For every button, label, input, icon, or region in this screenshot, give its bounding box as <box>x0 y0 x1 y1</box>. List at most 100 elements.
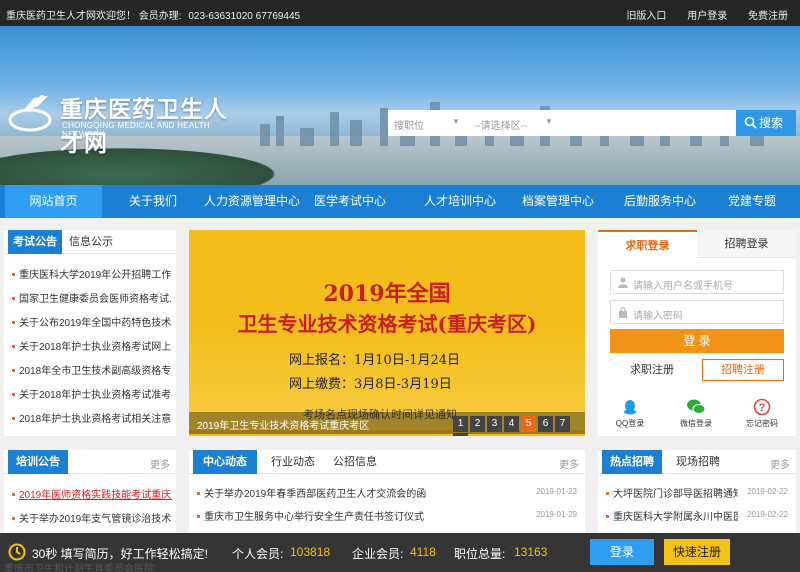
job-date: 2019-02-22 <box>747 510 788 519</box>
wechat-icon <box>687 399 706 414</box>
tab-recruitment-info[interactable]: 公招信息 <box>323 450 387 474</box>
password-field[interactable]: 请输入密码 <box>610 300 784 324</box>
old-version-link[interactable]: 旧版入口 <box>626 11 666 22</box>
qq-icon <box>624 400 636 415</box>
tab-center-news[interactable]: 中心动态 <box>193 450 257 474</box>
list-item[interactable]: 重庆医科大学2019年公开招聘工作... <box>12 266 172 280</box>
slider-page-4[interactable]: 4 <box>504 416 519 432</box>
nav-exam-center[interactable]: 医学考试中心 <box>310 185 390 218</box>
forgot-password-label: 忘记密码 <box>746 419 778 428</box>
area-caret-icon[interactable]: ▼ <box>545 117 553 126</box>
list-item[interactable]: 2018年护士执业资格考试相关注意事项 <box>12 410 172 424</box>
company-member-label: 企业会员: <box>352 547 404 561</box>
list-item[interactable]: 关于举办2019年支气管镜诊治技术... <box>12 510 172 524</box>
slider-payment-dates: 网上缴费：3月8日-3月19日 <box>289 377 452 392</box>
tab-hot-jobs[interactable]: 热点招聘 <box>602 450 662 474</box>
slider-pager: 1234567 8 <box>451 415 585 436</box>
nav-hr-center[interactable]: 人力资源管理中心 <box>200 185 304 218</box>
hotline-phone: 023-63631020 67769445 <box>188 11 301 22</box>
center-news-panel: 中心动态 行业动态 公招信息 更多 关于举办2019年春季西部医药卫生人才交流会… <box>189 450 585 533</box>
list-item[interactable]: 2018年全市卫生技术副高级资格专业... <box>12 362 172 376</box>
list-item[interactable]: 重庆市卫生服务中心举行安全生产责任书签订仪式 <box>197 508 517 522</box>
list-item[interactable]: 关于2018年护士执业资格考试准考... <box>12 386 172 400</box>
tab-exam-notice[interactable]: 考试公告 <box>8 230 62 254</box>
training-tabs: 培训公告 更多 <box>4 450 176 474</box>
slider-title-line1: 2019年全国 <box>323 281 451 307</box>
top-links: 旧版入口 用户登录 免费注册 <box>608 7 788 22</box>
username-placeholder: 请输入用户名或手机号 <box>633 281 733 292</box>
center-news-more-link[interactable]: 更多 <box>559 456 579 471</box>
tab-training-notice[interactable]: 培训公告 <box>8 450 68 474</box>
tab-industry-news[interactable]: 行业动态 <box>261 450 325 474</box>
area-select[interactable]: --请选择区-- <box>474 117 527 132</box>
qq-login[interactable]: QQ登录 <box>600 398 660 429</box>
header-banner: 重庆医药卫生人才网 CHONGQING MEDICAL AND HEALTH N… <box>0 26 800 186</box>
hot-jobs-more-link[interactable]: 更多 <box>770 456 790 471</box>
personal-member-label: 个人会员: <box>232 547 284 561</box>
logo-mark-icon <box>8 95 52 132</box>
list-item[interactable]: 2019年医师资格实践技能考试重庆... <box>12 486 172 500</box>
wechat-login[interactable]: 微信登录 <box>666 398 726 429</box>
search-button-label: 搜索 <box>759 116 784 130</box>
tab-recruiter-login[interactable]: 招聘登录 <box>697 230 796 258</box>
list-item[interactable]: 关于2018年护士执业资格考试网上... <box>12 338 172 352</box>
exam-tabs: 考试公告 信息公示 <box>4 230 176 254</box>
news-date: 2019-01-29 <box>536 510 577 519</box>
banner-slider[interactable]: 2019年全国 卫生专业技术资格考试(重庆考区) 网上报名：1月10日-1月24… <box>189 230 585 436</box>
forgot-password[interactable]: ? 忘记密码 <box>732 398 792 429</box>
list-item[interactable]: 国家卫生健康委员会医师资格考试... <box>12 290 172 304</box>
slider-page-1[interactable]: 1 <box>453 416 468 432</box>
user-login-link[interactable]: 用户登录 <box>687 11 727 22</box>
login-box: 求职登录 招聘登录 请输入用户名或手机号 请输入密码 登 录 求职注册 招聘注册… <box>598 230 796 436</box>
news-date: 2019-01-23 <box>536 487 577 496</box>
svg-text:?: ? <box>759 402 766 414</box>
list-item[interactable]: 关于公布2019年全国中药特色技术... <box>12 314 172 328</box>
personal-member-count: 103818 <box>290 545 331 559</box>
recruiter-register-button[interactable]: 招聘注册 <box>702 359 784 381</box>
total-jobs-count: 13163 <box>514 545 548 559</box>
login-button[interactable]: 登 录 <box>610 329 784 353</box>
job-date: 2019-02-22 <box>747 487 788 496</box>
seeker-register-button[interactable]: 求职注册 <box>610 359 694 381</box>
tab-seeker-login[interactable]: 求职登录 <box>598 230 697 258</box>
list-item[interactable]: 重庆医科大学附属永川中医医院招 <box>606 508 738 522</box>
site-logo[interactable]: 重庆医药卫生人才网 CHONGQING MEDICAL AND HEALTH N… <box>8 86 248 156</box>
wechat-login-label: 微信登录 <box>680 419 712 428</box>
bar-login-button[interactable]: 登录 <box>590 539 654 565</box>
list-item[interactable]: 大坪医院门诊部导医招聘通知 <box>606 485 738 499</box>
list-item[interactable]: 关于举办2019年春季西部医药卫生人才交流会的函 <box>197 485 517 499</box>
job-caret-icon[interactable]: ▼ <box>452 117 460 126</box>
search-button[interactable]: 搜索 <box>736 110 796 136</box>
slider-caption[interactable]: 2019年卫生专业技术资格考试重庆考区 <box>197 417 369 432</box>
slider-page-8[interactable]: 8 <box>453 433 468 436</box>
slider-page-3[interactable]: 3 <box>487 416 502 432</box>
top-bar: 重庆医药卫生人才网欢迎您！ 会员办理: 023-63631020 6776944… <box>0 0 800 26</box>
logo-subtitle: CHONGQING MEDICAL AND HEALTH NETWORK <box>62 121 210 139</box>
nav-about[interactable]: 关于我们 <box>118 185 188 218</box>
question-icon: ? <box>753 398 771 416</box>
lock-icon <box>619 306 627 318</box>
slider-page-2[interactable]: 2 <box>470 416 485 432</box>
user-icon <box>618 277 628 288</box>
username-field[interactable]: 请输入用户名或手机号 <box>610 270 784 294</box>
search-bar: 搜职位 ▼ --请选择区-- ▼ 搜索 <box>388 110 796 136</box>
free-register-link[interactable]: 免费注册 <box>748 11 788 22</box>
nav-home[interactable]: 网站首页 <box>5 185 102 218</box>
nav-party-building[interactable]: 党建专题 <box>712 185 792 218</box>
main-nav: 网站首页 关于我们 人力资源管理中心 医学考试中心 人才培训中心 档案管理中心 … <box>0 185 800 218</box>
member-label: 会员办理: <box>138 11 182 22</box>
bar-quick-register-button[interactable]: 快速注册 <box>664 539 730 565</box>
training-more-link[interactable]: 更多 <box>150 456 170 471</box>
slider-title-line2: 卫生专业技术资格考试(重庆考区) <box>237 312 537 336</box>
slider-page-7[interactable]: 7 <box>555 416 570 432</box>
nav-archive-center[interactable]: 档案管理中心 <box>506 185 610 218</box>
nav-logistics-center[interactable]: 后勤服务中心 <box>608 185 712 218</box>
nav-training-center[interactable]: 人才培训中心 <box>408 185 512 218</box>
tab-info-public[interactable]: 信息公示 <box>64 230 118 254</box>
exam-notice-panel: 考试公告 信息公示 重庆医科大学2019年公开招聘工作... 国家卫生健康委员会… <box>4 230 176 436</box>
slider-page-6[interactable]: 6 <box>538 416 553 432</box>
job-search-input[interactable]: 搜职位 <box>394 117 424 132</box>
training-notice-panel: 培训公告 更多 2019年医师资格实践技能考试重庆... 关于举办2019年支气… <box>4 450 176 533</box>
tab-onsite-jobs[interactable]: 现场招聘 <box>668 450 728 474</box>
slider-page-5[interactable]: 5 <box>521 416 536 432</box>
